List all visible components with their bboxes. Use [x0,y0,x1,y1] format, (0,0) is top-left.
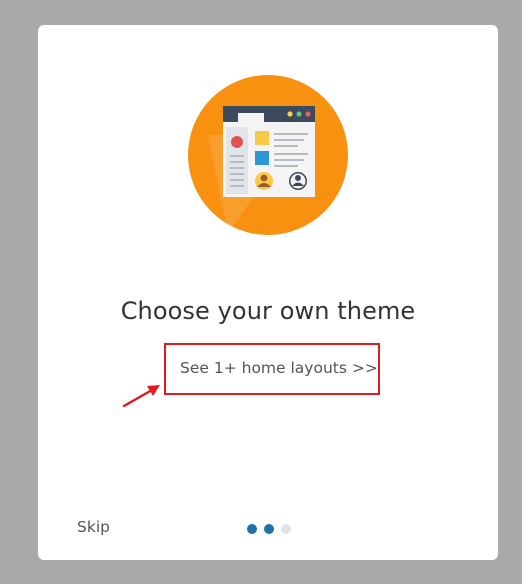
page-dot-1[interactable] [247,524,257,534]
skip-button[interactable]: Skip [77,518,110,536]
page-dot-2[interactable] [264,524,274,534]
page-indicator [247,524,291,534]
see-layouts-link[interactable]: See 1+ home layouts >> [164,343,380,395]
see-layouts-label: See 1+ home layouts >> [180,359,378,377]
theme-layout-illustration-icon [188,75,348,235]
page-dot-3[interactable] [281,524,291,534]
red-arrow-icon [122,385,160,408]
onboarding-card: Choose your own theme See 1+ home layout… [38,25,498,560]
onboarding-title: Choose your own theme [120,297,416,325]
